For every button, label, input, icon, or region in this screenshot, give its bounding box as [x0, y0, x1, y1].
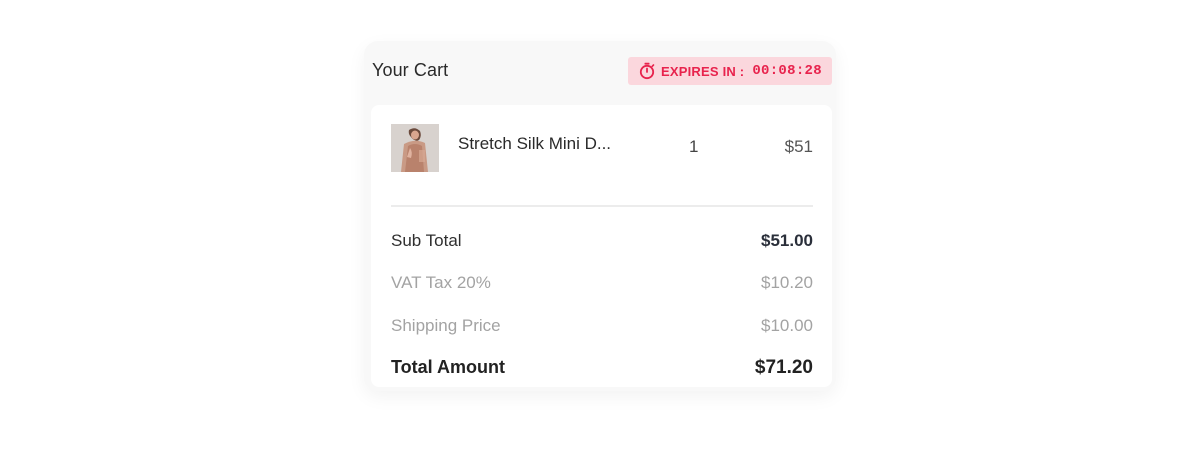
cart-header: Your Cart EXPIRES IN : 00:08:28 [372, 57, 832, 87]
subtotal-row: Sub Total $51.00 [391, 231, 813, 255]
cart-items-card: Stretch Silk Mini D... 1 $51 Sub Total $… [371, 105, 832, 387]
subtotal-value: $51.00 [761, 231, 813, 250]
cart-item-row[interactable]: Stretch Silk Mini D... 1 $51 [391, 124, 813, 172]
shipping-value: $10.00 [761, 316, 813, 335]
total-row: Total Amount $71.20 [391, 357, 813, 381]
cart-panel: Your Cart EXPIRES IN : 00:08:28 Stretch … [364, 41, 836, 391]
vat-value: $10.20 [761, 273, 813, 292]
product-thumbnail[interactable] [391, 124, 439, 172]
total-label: Total Amount [391, 357, 505, 377]
expiry-timer-badge: EXPIRES IN : 00:08:28 [628, 57, 832, 85]
product-price: $51 [784, 137, 813, 156]
expires-label: EXPIRES IN : [661, 63, 745, 79]
product-name[interactable]: Stretch Silk Mini D... [458, 134, 611, 154]
total-value: $71.20 [754, 357, 813, 378]
vat-row: VAT Tax 20% $10.20 [391, 273, 813, 297]
product-quantity: 1 [689, 137, 699, 156]
cart-title: Your Cart [372, 60, 449, 80]
shipping-row: Shipping Price $10.00 [391, 316, 813, 340]
shipping-label: Shipping Price [391, 316, 501, 335]
subtotal-label: Sub Total [391, 231, 462, 250]
countdown-time: 00:08:28 [752, 63, 822, 79]
vat-label: VAT Tax 20% [391, 273, 491, 292]
divider [391, 205, 813, 207]
stopwatch-icon [638, 62, 656, 80]
